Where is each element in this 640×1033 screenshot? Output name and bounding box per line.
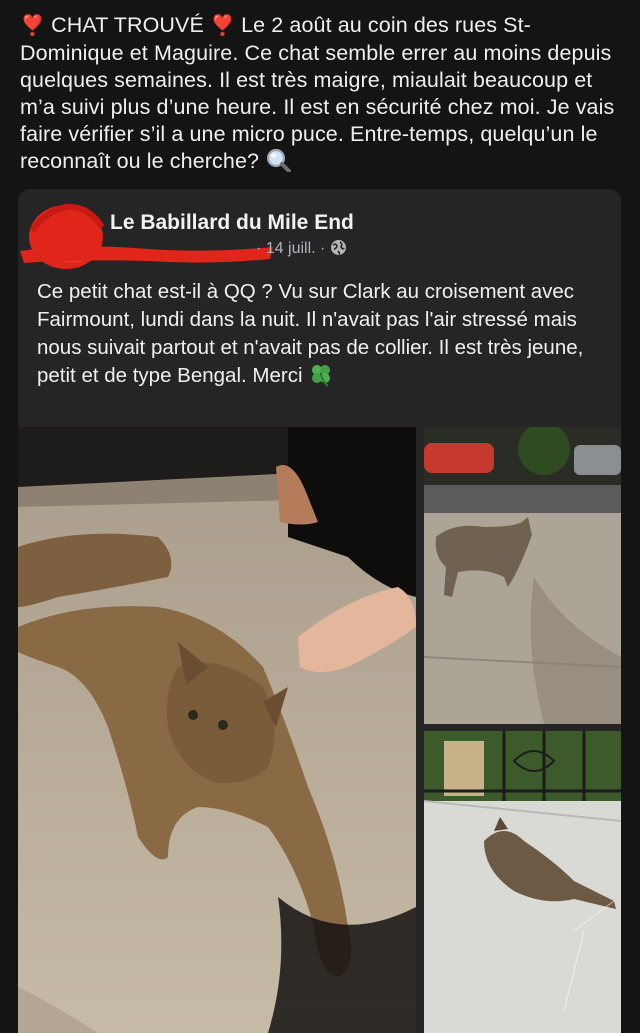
cat-on-balcony-photo[interactable] <box>424 731 621 1033</box>
post-body: ❣️ CHAT TROUVÉ ❣️ Le 2 août au coin des … <box>20 12 625 175</box>
shared-post-card[interactable]: Le Babillard du Mile End · 14 juill. · C… <box>18 189 621 1033</box>
four-leaf-clover-icon <box>308 362 334 388</box>
magnifying-glass-icon <box>265 148 292 173</box>
page-name-link[interactable]: Le Babillard du Mile End <box>110 211 354 235</box>
post-meta: · 14 juill. · <box>256 239 347 258</box>
heart-exclamation-icon: ❣️ <box>210 15 236 37</box>
globe-icon <box>330 239 347 256</box>
heart-exclamation-icon: ❣️ <box>20 15 46 37</box>
shared-post-text: Ce petit chat est-il à QQ ? Vu sur Clark… <box>37 280 584 388</box>
post-heading: CHAT TROUVÉ <box>51 13 204 37</box>
redaction-mark <box>18 239 278 269</box>
cat-walking-on-street-photo[interactable] <box>424 427 621 724</box>
post-text: Le 2 août au coin des rues St-Dominique … <box>20 13 615 173</box>
post-date[interactable]: 14 juill. <box>266 240 316 257</box>
cat-lying-on-sidewalk-photo[interactable] <box>18 427 416 1033</box>
